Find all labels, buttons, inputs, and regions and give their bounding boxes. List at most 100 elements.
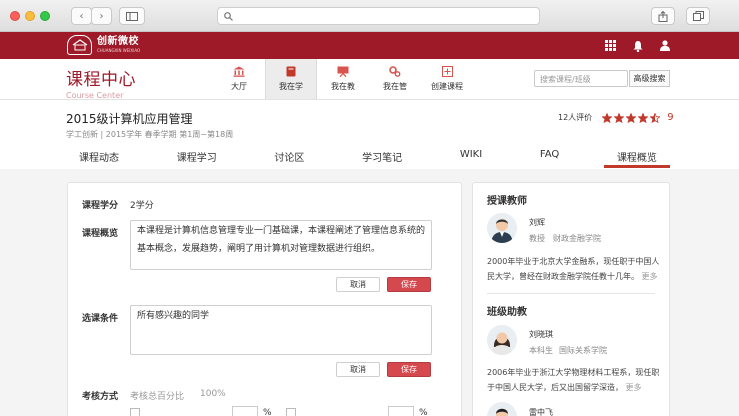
overview-label: 课程概览 <box>82 229 119 239</box>
course-overview-form: 课程学分 2学分 课程概览 本课程是计算机信息管理专业一门基础课，本课程阐述了管… <box>67 182 462 416</box>
share-button[interactable] <box>651 7 675 25</box>
prereq-label: 选课条件 <box>82 314 119 324</box>
divider <box>487 293 655 294</box>
staff-panel: 授课教师 刘辉 教授 财政金融学院 2000年毕业于北京大学金融系，现任职于中国… <box>472 182 670 416</box>
course-search-input[interactable]: 搜索课程/班级 <box>534 70 628 87</box>
bank-icon <box>233 66 245 77</box>
assess-percent-input-2[interactable] <box>388 406 414 416</box>
chevron-left-icon: ‹ <box>79 10 84 22</box>
star-icon <box>626 112 637 123</box>
nav-label: 我在学 <box>279 82 303 91</box>
overview-textarea[interactable]: 本课程是计算机信息管理专业一门基础课，本课程阐述了管理信息系统的基本概念，发展趋… <box>130 220 432 270</box>
nav-label: 我在管 <box>383 82 407 91</box>
assistant-name[interactable]: 刘晓琪 <box>529 329 553 340</box>
overview-save-button[interactable]: 保存 <box>387 277 431 292</box>
prereq-save-button[interactable]: 保存 <box>387 362 431 377</box>
tab-course-overview[interactable]: 课程概览 <box>603 146 670 168</box>
teacher-bio: 2000年毕业于北京大学金融系，现任职于中国人民大学，曾经在财政金融学院任教十几… <box>487 254 662 284</box>
site-logo[interactable]: 创新微校 CHUANGXIN WEIXIAO <box>67 35 140 55</box>
teacher-avatar[interactable] <box>487 213 517 243</box>
assistant-avatar[interactable] <box>487 325 517 355</box>
prereq-textarea[interactable]: 所有感兴趣的同学 <box>130 305 432 355</box>
minimize-window-button[interactable] <box>25 11 35 21</box>
nav-label: 大厅 <box>231 82 247 91</box>
assistant-title: 本科生 <box>529 346 553 355</box>
assess-label: 考核方式 <box>82 392 119 402</box>
plus-square-icon <box>441 66 453 77</box>
assistant-more-link[interactable]: 更多 <box>626 383 642 392</box>
credit-label: 课程学分 <box>82 201 119 211</box>
assess-checkbox-2[interactable] <box>286 408 296 416</box>
credit-value: 2学分 <box>130 201 154 211</box>
overview-cancel-button[interactable]: 取消 <box>336 277 380 292</box>
assess-total-label: 考核总百分比 <box>130 392 185 402</box>
advanced-search-button[interactable]: 高级搜索 <box>629 70 670 87</box>
forward-button[interactable]: › <box>91 7 112 25</box>
back-button[interactable]: ‹ <box>71 7 92 25</box>
rating-count: 12人评价 <box>558 113 593 122</box>
nav-item-managing[interactable]: 我在管 <box>369 59 421 99</box>
browser-toolbar: ‹ › <box>0 0 739 32</box>
nav-label: 创建课程 <box>431 82 463 91</box>
close-window-button[interactable] <box>10 11 20 21</box>
site-header: 课程中心 Course Center 大厅 我在学 我在教 我在管 创建课程 搜… <box>0 59 739 100</box>
logo-sub-text: CHUANGXIN WEIXIAO <box>97 48 141 53</box>
assess-checkbox-1[interactable] <box>130 408 140 416</box>
tab-discussion[interactable]: 讨论区 <box>261 146 317 168</box>
teacher-name[interactable]: 刘辉 <box>529 217 545 228</box>
assess-percent-input-1[interactable] <box>232 406 258 416</box>
star-icon <box>614 112 625 123</box>
user-icon[interactable] <box>658 39 671 52</box>
star-icon <box>638 112 649 123</box>
assistant-dept: 国际关系学院 <box>559 346 607 355</box>
logo-main-text: 创新微校 <box>97 36 139 47</box>
rating-score: 9 <box>667 112 674 123</box>
brand-subtitle: Course Center <box>66 91 124 100</box>
gears-icon <box>389 66 401 77</box>
percent-sign: % <box>263 408 272 416</box>
teacher-dept: 财政金融学院 <box>553 234 601 243</box>
tab-faq[interactable]: FAQ <box>527 146 572 168</box>
chevron-right-icon: › <box>99 10 104 22</box>
nav-item-learning[interactable]: 我在学 <box>265 59 317 99</box>
star-icon <box>602 112 613 123</box>
bell-icon[interactable] <box>631 39 644 52</box>
nav-item-teaching[interactable]: 我在教 <box>317 59 369 99</box>
site-topbar: 创新微校 CHUANGXIN WEIXIAO <box>0 32 739 59</box>
share-icon <box>658 10 668 22</box>
nav-label: 我在教 <box>331 82 355 91</box>
sidebar-toggle-button[interactable] <box>119 7 145 25</box>
maximize-window-button[interactable] <box>40 11 50 21</box>
assistant-bio: 2006年毕业于浙江大学物理材料工程系，现任职于中国人民大学，后又出国留学深造，… <box>487 365 662 395</box>
teacher-more-link[interactable]: 更多 <box>642 272 658 281</box>
tab-course-news[interactable]: 课程动态 <box>66 146 132 168</box>
tabs-overview-button[interactable] <box>686 7 710 25</box>
sidebar-icon <box>126 11 138 21</box>
tab-wiki[interactable]: WIKI <box>447 146 495 168</box>
course-tabs: 课程动态 课程学习 讨论区 学习笔记 WIKI FAQ 课程概览 <box>66 146 670 168</box>
teacher-title: 教授 <box>529 234 545 243</box>
apps-grid-icon[interactable] <box>604 39 617 52</box>
nav-item-hall[interactable]: 大厅 <box>213 59 265 99</box>
assistant2-avatar[interactable] <box>487 402 517 416</box>
address-bar[interactable] <box>217 7 540 25</box>
prereq-cancel-button[interactable]: 取消 <box>336 362 380 377</box>
assess-total-value: 100% <box>200 389 226 399</box>
percent-sign: % <box>419 408 428 416</box>
teacher-bio-text: 2000年毕业于北京大学金融系，现任职于中国人民大学，曾经在财政金融学院任教十几… <box>487 257 660 281</box>
star-icon <box>650 112 661 123</box>
brand: 课程中心 Course Center <box>66 65 136 100</box>
teacher-heading: 授课教师 <box>487 196 527 207</box>
course-meta: 学工创新 | 2015学年 春季学期 第1周~第18周 <box>66 130 234 139</box>
assistant2-name[interactable]: 雷中飞 <box>529 407 553 416</box>
tabs-icon <box>692 11 704 21</box>
course-title: 2015级计算机应用管理 <box>66 112 193 126</box>
rating-stars <box>602 112 661 123</box>
search-icon <box>224 12 233 21</box>
nav-item-create-course[interactable]: 创建课程 <box>421 59 473 99</box>
tab-course-study[interactable]: 课程学习 <box>164 146 230 168</box>
logo-emblem-icon <box>67 35 92 55</box>
tab-notes[interactable]: 学习笔记 <box>349 146 415 168</box>
main-nav: 大厅 我在学 我在教 我在管 创建课程 <box>213 59 473 99</box>
presentation-icon <box>337 66 349 77</box>
